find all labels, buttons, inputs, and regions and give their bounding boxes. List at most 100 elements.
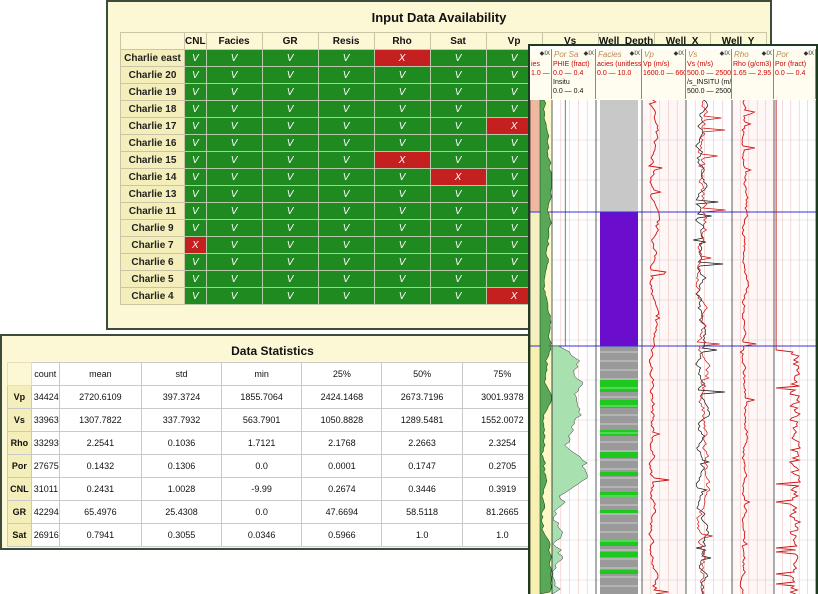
availability-missing-cell: X [373,49,431,67]
statistics-row-name: Sat [7,523,32,547]
statistics-cell: 2.1768 [301,431,383,455]
availability-present-cell: V [317,219,375,237]
availability-present-cell: V [317,66,375,84]
availability-present-cell: V [261,168,319,186]
statistics-cell: 0.5966 [301,523,383,547]
track-scale-min: 0.0 [553,70,563,77]
availability-missing-cell: X [429,168,487,186]
statistics-column-header: mean [58,362,142,386]
availability-present-cell: V [429,49,487,67]
availability-present-cell: V [261,49,319,67]
statistics-cell: 0.3055 [140,523,222,547]
statistics-column-header: 50% [381,362,463,386]
statistics-cell: 2720.6109 [58,385,142,409]
track-scale: 1.65 — 2.95 [733,70,772,77]
statistics-cell: 42294 [30,500,60,524]
track-scale-max: 6600.0 [675,70,686,77]
statistics-cell: 0.2431 [58,477,142,501]
availability-present-cell: V [429,253,487,271]
track-unit: Por (fract) [775,61,807,68]
statistics-cell: 26916 [30,523,60,547]
track-scale: 1.0 — [531,70,550,77]
zone-band [530,100,540,212]
statistics-row-name: Vp [7,385,32,409]
statistics-cell: 0.2674 [301,477,383,501]
track-scale-min: 0.0 [775,70,785,77]
availability-present-cell: V [429,134,487,152]
track-scale-max: 10.0 [617,70,632,77]
statistics-cell: 58.5118 [381,500,463,524]
log-track-header[interactable]: Vp ◆ⅠX Vp (m/s) 1600.0 — 6600.0 [642,49,686,99]
statistics-cell: 31011 [30,477,60,501]
log-track-header[interactable]: Rho ◆ⅠX Rho (g/cm3) 1.65 — 2.95 [732,49,774,99]
log-track-header[interactable]: ◆ⅠX ies 1.0 — [530,49,552,99]
track-controls-icon[interactable]: ◆ⅠX [584,50,594,57]
log-track-header[interactable]: Vs ◆ⅠX Vs (m/s) 500.0 — 2500.0/s_INSITU (m/… [686,49,732,99]
availability-well-name: Charlie 4 [120,287,185,305]
availability-present-cell: V [317,117,375,135]
facies-block [600,570,638,574]
log-track-header[interactable]: Por Sa ◆ⅠX PHIE (fract) 0.0 — 0.4 Insitu 0.0 … [552,49,596,99]
statistics-cell: -9.99 [220,477,303,501]
availability-present-cell: V [205,185,263,203]
availability-well-name: Charlie 16 [120,134,185,152]
well-log-viewer[interactable]: ◆ⅠX ies 1.0 — Por Sa ◆ⅠX PHIE (fract) 0.0 — 0… [528,44,818,594]
track-scale-min: 1600.0 [643,70,665,77]
log-tracks-canvas[interactable] [530,100,816,594]
availability-present-cell: V [429,117,487,135]
track-controls-icon[interactable]: ◆ⅠX [674,50,684,57]
track-controls-icon[interactable]: ◆ⅠX [630,50,640,57]
availability-present-cell: V [429,219,487,237]
availability-present-cell: V [373,168,431,186]
availability-present-cell: V [429,236,487,254]
availability-well-name: Charlie 6 [120,253,185,271]
availability-present-cell: V [205,100,263,118]
availability-present-cell: V [373,117,431,135]
statistics-cell: 1.7121 [220,431,303,455]
statistics-row: CNL 31011 0.2431 1.0028 -9.99 0.2674 0.3446 0.3… [7,477,544,501]
statistics-cell: 0.1036 [140,431,222,455]
track-unit: PHIE (fract) [553,61,590,68]
facies-block [600,400,638,408]
availability-present-cell: V [317,185,375,203]
availability-present-cell: V [184,83,207,101]
availability-well-name: Charlie 7 [120,236,185,254]
availability-present-cell: V [317,168,375,186]
statistics-cell: 397.3724 [140,385,222,409]
statistics-column-header: count [30,362,60,386]
availability-column-header: GR [261,32,319,50]
statistics-column-header: 25% [301,362,383,386]
statistics-cell: 33963 [30,408,60,432]
statistics-row: Vp 34424 2720.6109 397.3724 1855.7064 2424.14… [7,385,544,409]
availability-present-cell: V [184,134,207,152]
track-controls-icon[interactable]: ◆ⅠX [762,50,772,57]
availability-present-cell: V [317,49,375,67]
availability-well-name: Charlie 14 [120,168,185,186]
track-controls-icon[interactable]: ◆ⅠX [540,50,550,57]
availability-present-cell: V [205,219,263,237]
availability-present-cell: V [317,134,375,152]
track-name: Facies [598,50,622,59]
availability-present-cell: V [184,49,207,67]
availability-present-cell: V [317,236,375,254]
statistics-cell: 2673.7196 [381,385,463,409]
availability-present-cell: V [373,270,431,288]
statistics-cell: 0.7941 [58,523,142,547]
track-unit: ies [531,61,540,68]
statistics-cell: 25.4308 [140,500,222,524]
availability-present-cell: V [373,219,431,237]
data-statistics-panel: Data Statistics count mean std min 25% 50% 75%… [0,334,545,550]
track-scale-secondary: 500.0 — 2500.0 [687,88,732,95]
facies-block [600,452,638,458]
statistics-row: Rho 33293 2.2541 0.1036 1.7121 2.1768 2.2663 2.… [7,431,544,455]
track-controls-icon[interactable]: ◆ⅠX [720,50,730,57]
track-controls-icon[interactable]: ◆ⅠX [804,50,814,57]
log-track-header[interactable]: Por ◆ⅠX Por (fract) 0.0 — 0.4 [774,49,816,99]
availability-present-cell: V [429,66,487,84]
availability-present-cell: V [205,134,263,152]
availability-present-cell: V [261,219,319,237]
track-scale-min: 0.0 [597,70,607,77]
log-track-header[interactable]: Facies ◆ⅠX acies (unitless 0.0 — 10.0 [596,49,642,99]
track-bg [732,100,774,594]
availability-present-cell: V [205,287,263,305]
